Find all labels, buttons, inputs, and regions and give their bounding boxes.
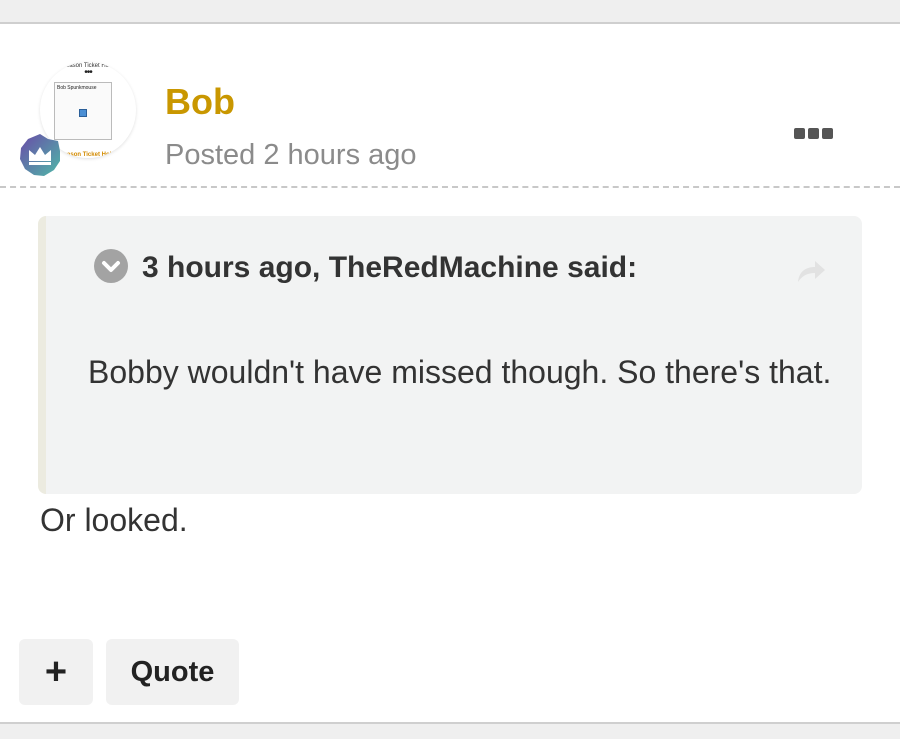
- quote-text: Bobby wouldn't have missed though. So th…: [88, 354, 832, 390]
- header-divider: [0, 186, 900, 188]
- avatar-inner-name: Bob Spunkmouse: [57, 85, 97, 91]
- avatar-dots: •••: [84, 67, 93, 78]
- add-reaction-button[interactable]: +: [19, 639, 93, 705]
- quote-block: 3 hours ago, TheRedMachine said: Bobby w…: [38, 216, 862, 494]
- author-name-link[interactable]: Bob: [165, 81, 235, 123]
- ellipsis-dot: [822, 128, 833, 139]
- share-arrow-icon[interactable]: [794, 254, 828, 288]
- more-options-button[interactable]: [790, 128, 838, 146]
- chevron-down-icon[interactable]: [94, 249, 128, 283]
- ellipsis-icon: [794, 128, 805, 139]
- post-card: Season Ticket Ho... ••• Bob Spunkmouse S…: [0, 22, 900, 724]
- post-timestamp: Posted 2 hours ago: [165, 139, 417, 171]
- avatar-inner-icon: [79, 109, 87, 117]
- ellipsis-dot: [808, 128, 819, 139]
- quote-button[interactable]: Quote: [106, 639, 239, 705]
- avatar-inner-frame: Bob Spunkmouse: [54, 82, 112, 140]
- quote-citation: 3 hours ago, TheRedMachine said:: [142, 251, 638, 284]
- post-body: Or looked.: [40, 502, 188, 538]
- crown-icon: [18, 133, 62, 177]
